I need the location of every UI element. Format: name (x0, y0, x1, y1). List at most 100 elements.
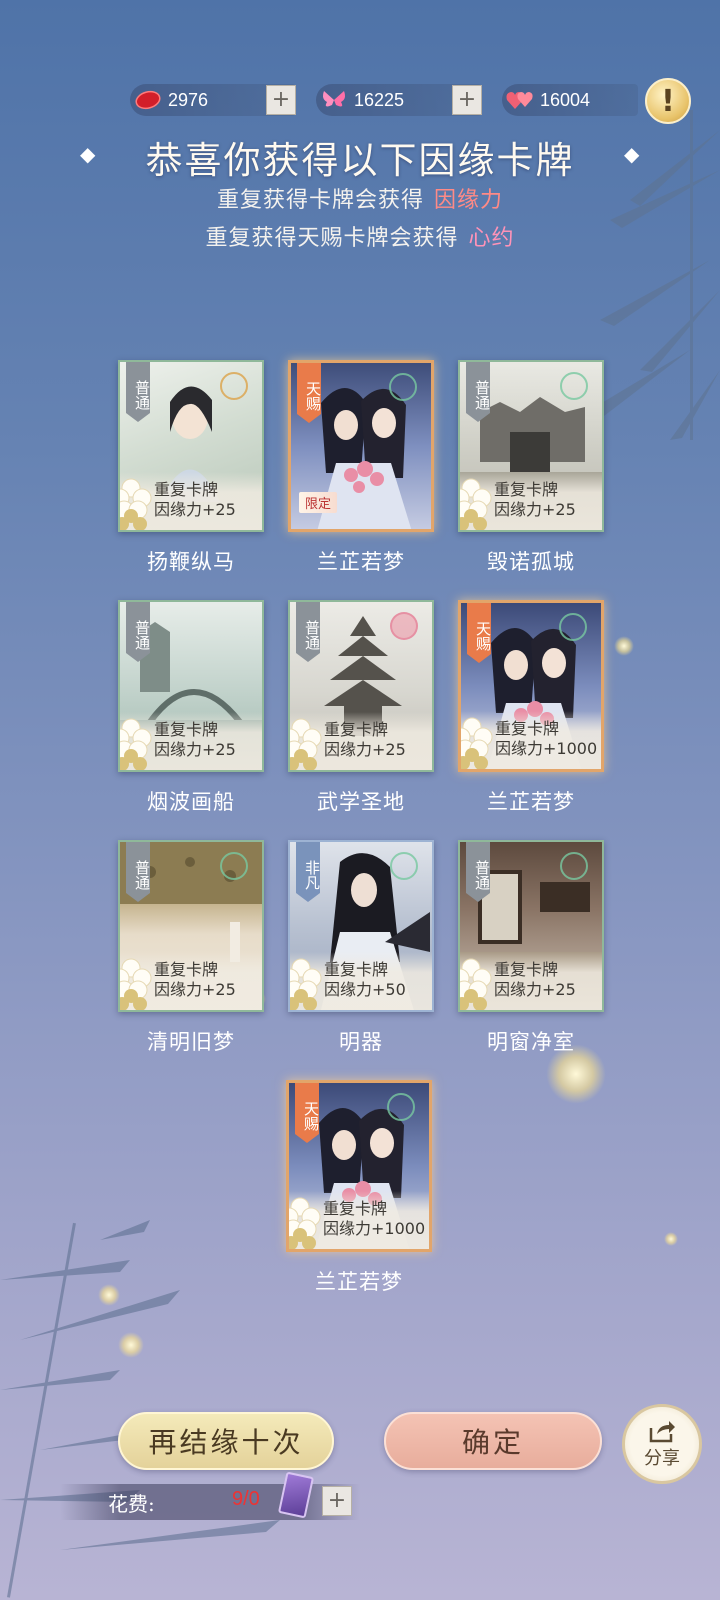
rarity-tag: 天赐 (467, 603, 491, 663)
leaf-emblem-icon (390, 852, 418, 880)
rarity-tag: 天赐 (295, 1083, 319, 1143)
flower-icon (290, 958, 322, 1010)
repeat-value: 因缘力+1000 (495, 739, 598, 758)
draw-ten-again-button[interactable]: 再结缘十次 (118, 1412, 334, 1470)
add-butterfly-button[interactable]: + (452, 85, 482, 115)
card-frame: 普通 重复卡牌 因缘力+25 (118, 600, 264, 772)
rarity-tag: 普通 (296, 602, 320, 662)
bamboo-decoration (0, 1220, 280, 1598)
gems-value: 2976 (168, 89, 209, 110)
rarity-tag: 普通 (126, 842, 150, 902)
rarity-tag: 非凡 (296, 842, 320, 902)
currency-gems: 2976 + (130, 84, 296, 116)
card-frame: 天赐 重复卡牌 因缘力+1000 (458, 600, 604, 772)
card-name: 烟波画船 (147, 790, 235, 814)
card-8[interactable]: 非凡 重复卡牌 因缘力+50 明器 (288, 840, 434, 1056)
leaf-emblem-icon (559, 613, 587, 641)
card-name: 兰芷若梦 (315, 1270, 403, 1294)
share-button[interactable]: 分享 (622, 1404, 702, 1484)
card-frame: 普通 重复卡牌 因缘力+25 (118, 840, 264, 1012)
butterfly-value: 16225 (354, 89, 405, 110)
rarity-tag: 天赐 (297, 363, 321, 423)
card-frame: 普通 重复卡牌 因缘力+25 (458, 840, 604, 1012)
hearts-value: 16004 (540, 89, 591, 110)
card-4[interactable]: 普通 重复卡牌 因缘力+25 烟波画船 (118, 600, 264, 816)
card-5[interactable]: 普通 重复卡牌 因缘力+25 武学圣地 (288, 600, 434, 816)
flower-icon (460, 958, 492, 1010)
flower-icon (120, 958, 152, 1010)
sparkle-effect (98, 1284, 120, 1306)
card-10[interactable]: 天赐 重复卡牌 因缘力+1000 兰芷若梦 (286, 1080, 432, 1296)
leaf-emblem-icon (560, 852, 588, 880)
repeat-value: 因缘力+1000 (323, 1219, 426, 1238)
cost-label: 花费: (108, 1492, 155, 1516)
sparkle-effect (614, 636, 634, 656)
page-title: 恭喜你获得以下因缘卡牌 (145, 139, 575, 182)
rarity-tag: 普通 (466, 842, 490, 902)
card-name: 明窗净室 (487, 1030, 575, 1054)
card-frame: 非凡 重复卡牌 因缘力+50 (288, 840, 434, 1012)
card-7[interactable]: 普通 重复卡牌 因缘力+25 清明旧梦 (118, 840, 264, 1056)
flower-icon (461, 717, 493, 769)
repeat-value: 因缘力+25 (154, 740, 236, 759)
card-frame: 天赐 限定 (288, 360, 434, 532)
rarity-tag: 普通 (466, 362, 490, 422)
card-frame: 普通 重复卡牌 因缘力+25 (288, 600, 434, 772)
card-name: 武学圣地 (317, 790, 405, 814)
repeat-value: 因缘力+50 (324, 980, 406, 999)
repeat-value: 因缘力+25 (154, 980, 236, 999)
card-6[interactable]: 天赐 重复卡牌 因缘力+1000 兰芷若梦 (458, 600, 604, 816)
sparkle-effect (118, 1332, 144, 1358)
rarity-tag: 普通 (126, 362, 150, 422)
card-9[interactable]: 普通 重复卡牌 因缘力+25 明窗净室 (458, 840, 604, 1056)
subtitle-line-2: 重复获得天赐卡牌会获得 心约 (205, 226, 515, 251)
highlight-yinyuanli: 因缘力 (434, 188, 504, 213)
card-name: 清明旧梦 (147, 1030, 235, 1054)
highlight-xinyue: 心约 (468, 226, 515, 251)
sun-emblem-icon (220, 372, 248, 400)
card-frame: 普通 重复卡牌 因缘力+25 (458, 360, 604, 532)
leaf-emblem-icon (220, 852, 248, 880)
repeat-value: 因缘力+25 (154, 500, 236, 519)
plum-blossom-emblem-icon (390, 612, 418, 640)
repeat-value: 因缘力+25 (324, 740, 406, 759)
card-1[interactable]: 普通 重复卡牌 因缘力+25 扬鞭纵马 (118, 360, 264, 576)
leaf-emblem-icon (387, 1093, 415, 1121)
share-label: 分享 (644, 1448, 680, 1469)
repeat-value: 因缘力+25 (494, 980, 576, 999)
card-frame: 普通 重复卡牌 因缘力+25 (118, 360, 264, 532)
flower-icon (290, 718, 322, 770)
card-name: 兰芷若梦 (317, 550, 405, 574)
confirm-button[interactable]: 确定 (384, 1412, 602, 1470)
info-button[interactable]: ! (645, 78, 691, 124)
leaf-emblem-icon (389, 373, 417, 401)
card-name: 扬鞭纵马 (147, 550, 235, 574)
exclamation-icon: ! (661, 83, 675, 119)
rarity-tag: 普通 (126, 602, 150, 662)
card-name: 兰芷若梦 (487, 790, 575, 814)
repeat-value: 因缘力+25 (494, 500, 576, 519)
limited-badge: 限定 (299, 492, 338, 513)
butterfly-icon (316, 84, 352, 116)
leaf-emblem-icon (560, 372, 588, 400)
flower-icon (120, 478, 152, 530)
add-gems-button[interactable]: + (266, 85, 296, 115)
flower-icon (289, 1197, 321, 1249)
flower-icon (120, 718, 152, 770)
currency-butterfly: 16225 + (316, 84, 482, 116)
red-gem-icon (130, 84, 166, 116)
share-icon (649, 1421, 675, 1443)
currency-hearts: 16004 (502, 84, 638, 116)
card-3[interactable]: 普通 重复卡牌 因缘力+25 毁诺孤城 (458, 360, 604, 576)
card-name: 明器 (339, 1030, 383, 1054)
card-name: 毁诺孤城 (487, 550, 575, 574)
add-ticket-button[interactable]: + (322, 1486, 352, 1516)
card-2[interactable]: 天赐 限定 兰芷若梦 (288, 360, 434, 576)
cost-bar (60, 1484, 360, 1520)
hearts-icon (502, 84, 538, 116)
cost-value: 9/0 (232, 1488, 260, 1510)
sparkle-effect (664, 1232, 678, 1246)
flower-icon (460, 478, 492, 530)
card-frame: 天赐 重复卡牌 因缘力+1000 (286, 1080, 432, 1252)
subtitle-line-1: 重复获得卡牌会获得 因缘力 (216, 188, 504, 213)
